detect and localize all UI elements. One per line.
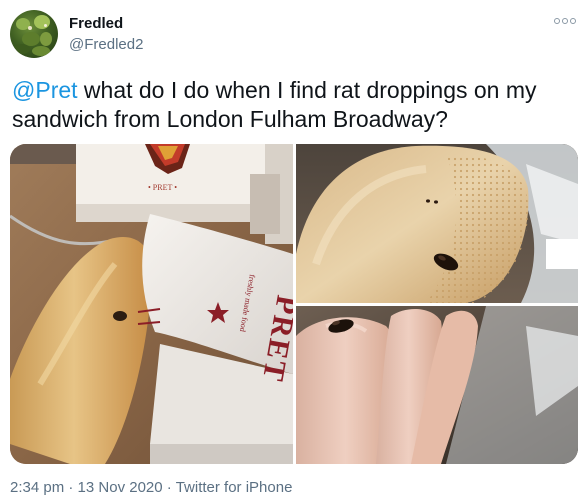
more-options-icon[interactable] <box>554 14 576 28</box>
mention-link[interactable]: @Pret <box>12 77 78 103</box>
tweet-source-link[interactable]: Twitter for iPhone <box>176 479 293 496</box>
display-name[interactable]: Fredled <box>69 15 123 32</box>
tweet-body: what do I do when I find rat droppings o… <box>12 77 537 132</box>
avatar[interactable] <box>10 10 58 58</box>
photo-baguette-wrapper[interactable]: • PRET • PRET freshly made food <box>10 144 293 464</box>
photo-bread-closeup[interactable] <box>296 144 578 303</box>
tweet-time: 2:34 pm <box>10 479 65 496</box>
meta-separator-1: · <box>64 479 78 496</box>
meta-separator-2: · <box>162 479 176 496</box>
photo-dropping-on-hand-image <box>296 306 578 464</box>
photo-dropping-on-hand[interactable] <box>296 306 578 464</box>
tweet-text: @Pret what do I do when I find rat dropp… <box>12 76 576 134</box>
box-text: • PRET • <box>148 183 177 192</box>
media-grid: • PRET • PRET freshly made food <box>10 144 578 464</box>
user-handle[interactable]: @Fredled2 <box>69 36 143 53</box>
photo-baguette-wrapper-image: • PRET • PRET freshly made food <box>10 144 293 464</box>
tweet-time-link[interactable]: 2:34 pm · 13 Nov 2020 <box>10 479 163 496</box>
tweet-timestamp: 2:34 pm · 13 Nov 2020 · Twitter for iPho… <box>10 479 292 496</box>
tweet-date: 13 Nov 2020 <box>77 479 163 496</box>
tweet: Fredled @Fredled2 @Pret what do I do whe… <box>0 0 588 504</box>
photo-bread-closeup-image <box>296 144 578 303</box>
